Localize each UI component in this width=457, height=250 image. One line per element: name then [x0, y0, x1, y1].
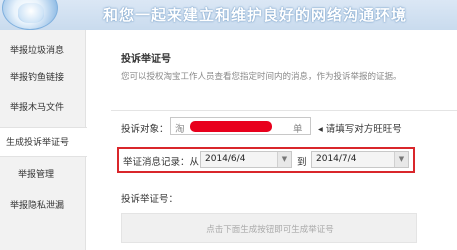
chevron-down-icon: ▼	[277, 152, 291, 167]
sidebar-item-label: 举报钓鱼链接	[10, 73, 65, 83]
target-hint-text: 请填写对方旺旺号	[325, 124, 402, 135]
target-input-prefix: 淘	[175, 124, 185, 135]
to-label: 到	[297, 157, 307, 168]
page-description: 您可以授权淘宝工作人员查看您指定时间内的消息，作为投诉举报的证据。	[121, 72, 402, 82]
date-to-value: 2014/7/4	[316, 154, 357, 164]
chevron-down-icon: ▼	[394, 152, 408, 167]
sidebar-item-label: 举报垃圾消息	[10, 46, 65, 56]
evidence-record-label: 举证消息记录：从	[123, 157, 200, 168]
logo-inner	[18, 3, 44, 23]
sidebar-item-report-trojan[interactable]: 举报木马文件	[0, 93, 86, 123]
divider	[111, 110, 457, 111]
redaction-mark	[190, 121, 272, 132]
sidebar-item-report-spam[interactable]: 举报垃圾消息	[0, 36, 86, 66]
evidence-number-display: 点击下面生成按钮即可生成举证号	[121, 213, 417, 243]
sidebar-item-report-privacy-leak[interactable]: 举报隐私泄漏	[0, 191, 86, 221]
aliwangwang-logo-icon	[2, 0, 58, 30]
date-from-value: 2014/6/4	[205, 154, 246, 164]
date-to-select[interactable]: 2014/7/4 ▼	[311, 151, 409, 168]
complaint-target-label: 投诉对象：	[121, 124, 169, 135]
info-arrow-icon: ◂	[318, 124, 326, 135]
sidebar-item-generate-evidence[interactable]: 生成投诉举证号	[0, 127, 87, 157]
date-from-select[interactable]: 2014/6/4 ▼	[200, 151, 292, 168]
sidebar-item-label: 举报管理	[18, 170, 55, 180]
sidebar-item-label: 生成投诉举证号	[6, 138, 70, 148]
generate-hint: 点击下面生成按钮即可生成举证号	[206, 225, 334, 235]
sidebar-item-report-phishing[interactable]: 举报钓鱼链接	[0, 63, 86, 93]
target-hint: ◂ 请填写对方旺旺号	[318, 121, 402, 135]
page-title: 投诉举证号	[121, 54, 171, 65]
target-input-suffix: 单	[293, 124, 303, 135]
sidebar-item-report-management[interactable]: 举报管理	[0, 160, 86, 190]
top-banner: 和您一起来建立和维护良好的网络沟通环境	[0, 0, 457, 30]
sidebar-item-label: 举报木马文件	[10, 103, 65, 113]
banner-slogan: 和您一起来建立和维护良好的网络沟通环境	[103, 6, 408, 24]
evidence-number-label: 投诉举证号：	[121, 194, 179, 205]
sidebar-item-label: 举报隐私泄漏	[10, 201, 65, 211]
sidebar: 举报垃圾消息 举报钓鱼链接 举报木马文件 生成投诉举证号 举报管理 举报隐私泄漏	[0, 30, 87, 250]
